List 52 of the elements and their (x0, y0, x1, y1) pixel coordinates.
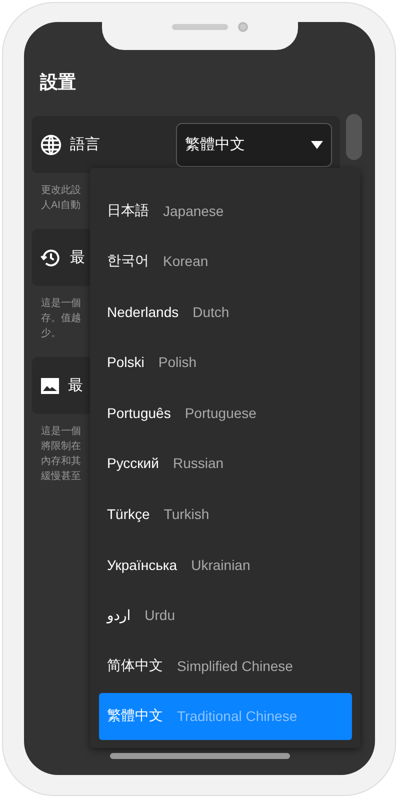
native-name: 日本語 (107, 202, 149, 220)
language-option[interactable]: Українська Ukrainian (99, 541, 352, 588)
english-name: Urdu (144, 607, 176, 624)
native-name: Nederlands (107, 304, 179, 320)
setting-description: 緩慢甚至 (41, 470, 81, 484)
language-option[interactable]: Polski Polish (99, 338, 352, 386)
english-name: Dutch (192, 304, 230, 320)
native-name: 简体中文 (107, 656, 163, 675)
english-name: Polish (158, 354, 196, 370)
setting-description: 內存和其 (41, 454, 81, 469)
english-name: Turkish (164, 506, 210, 522)
setting-description: 人AI自動 (41, 199, 80, 213)
native-name: Türkçe (107, 506, 150, 522)
setting-description: 存。值越 (41, 312, 81, 326)
language-option[interactable]: 繁體中文 Traditional Chinese (99, 692, 352, 740)
native-name: Русский (107, 455, 159, 472)
language-option[interactable]: 日本語 Japanese (99, 187, 352, 234)
native-name: Українська (107, 556, 178, 573)
language-option[interactable]: 한국어 Korean (99, 238, 352, 285)
setting-title: 最 (70, 248, 85, 267)
setting-description: 更改此設 (41, 184, 81, 198)
setting-title: 最 (68, 376, 83, 395)
english-name: Portuguese (184, 404, 256, 421)
english-name: Korean (163, 253, 208, 270)
language-option[interactable]: Русский Russian (99, 440, 352, 487)
language-option[interactable]: Türkçe Turkish (99, 490, 352, 538)
language-option[interactable]: Nederlands Dutch (99, 288, 352, 336)
english-name: Japanese (163, 202, 224, 218)
language-option[interactable]: 简体中文 Simplified Chinese (99, 642, 352, 690)
page-title: 設置 (38, 71, 77, 94)
native-name: 한국어 (107, 252, 149, 270)
history-icon (40, 246, 62, 268)
image-icon (40, 376, 60, 396)
language-option[interactable]: Português Portuguese (99, 389, 352, 436)
native-name: Polski (107, 354, 144, 370)
english-name: Ukrainian (191, 556, 250, 573)
native-name: 繁體中文 (107, 707, 163, 726)
setting-description: 這是一個 (41, 296, 81, 311)
setting-description: 將限制在 (41, 440, 81, 454)
speaker-grille (172, 24, 228, 30)
setting-description: 少。 (41, 326, 61, 341)
english-name: Russian (172, 455, 224, 472)
caret-icon (311, 140, 323, 148)
setting-description: 這是一個 (41, 424, 81, 439)
setting-title: 語言 (70, 135, 100, 154)
english-name: Simplified Chinese (177, 658, 293, 674)
native-name: Português (107, 404, 171, 421)
scrollbar-thumb[interactable] (346, 114, 362, 160)
english-name: Traditional Chinese (177, 708, 298, 724)
native-name: اردو (107, 606, 131, 624)
globe-icon (40, 134, 62, 156)
language-select[interactable]: 繁體中文 (176, 122, 332, 166)
